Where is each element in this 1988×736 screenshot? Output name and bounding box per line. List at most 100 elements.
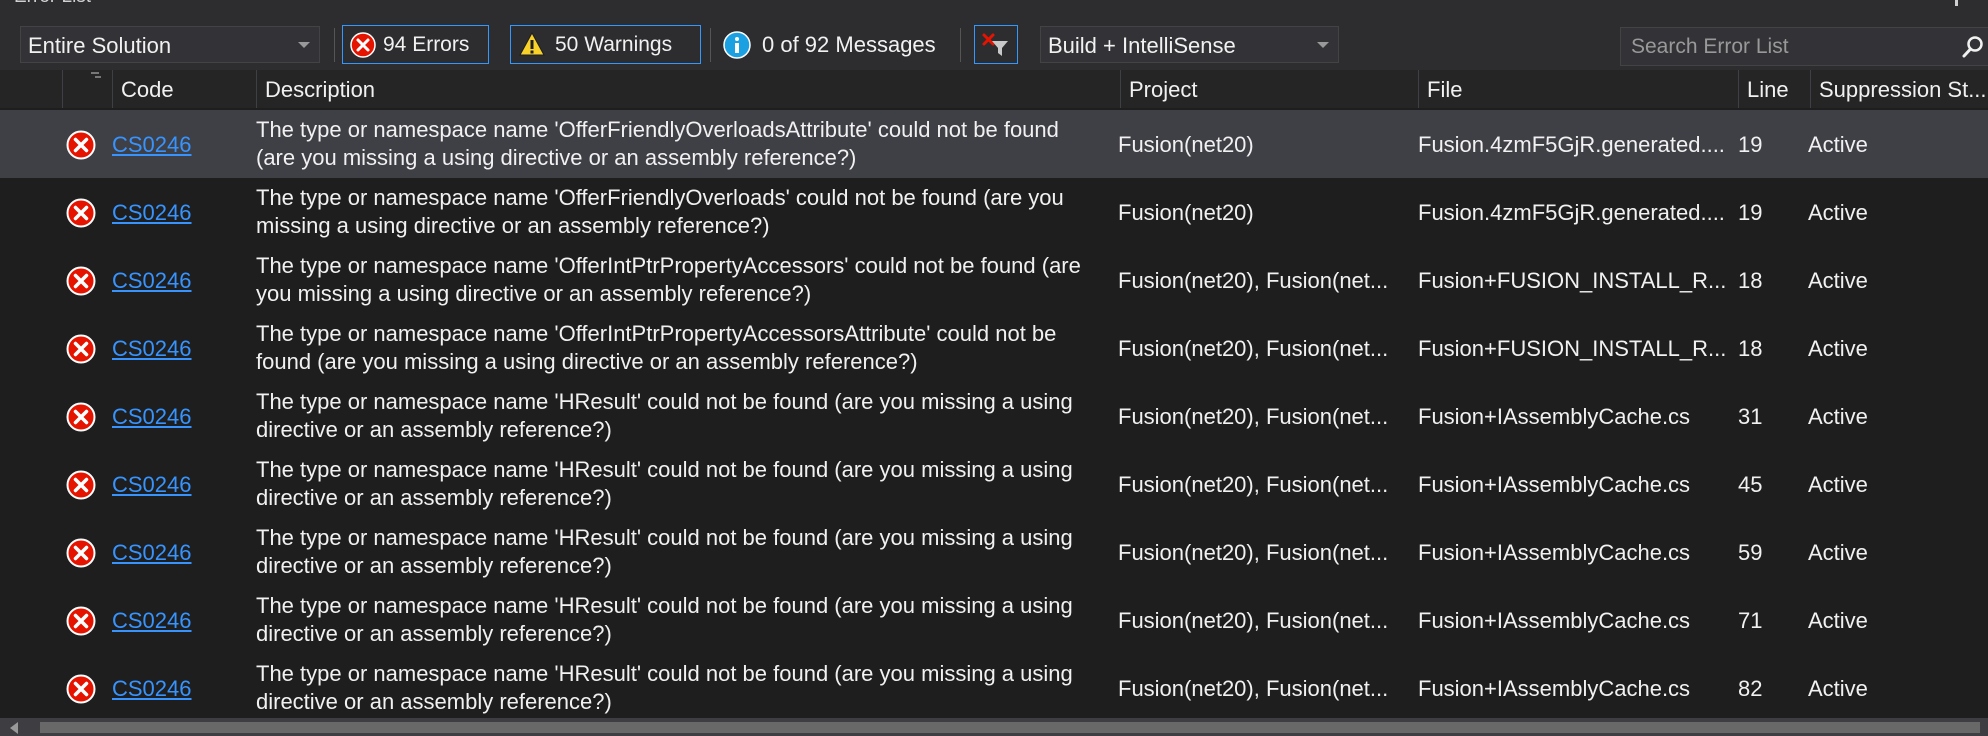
error-line: 31 [1738, 404, 1763, 429]
error-suppression-state: Active [1808, 540, 1868, 565]
column-header-file[interactable]: File [1418, 70, 1738, 108]
table-row[interactable]: CS0246 The type or namespace name 'HResu… [0, 518, 1988, 586]
error-description: The type or namespace name 'HResult' cou… [256, 661, 1073, 714]
sort-indicator-icon [91, 72, 101, 78]
column-header-category[interactable] [62, 70, 112, 108]
error-file: Fusion+IAssemblyCache.cs [1418, 472, 1691, 497]
table-row[interactable]: CS0246 The type or namespace name 'HResu… [0, 586, 1988, 654]
error-project: Fusion(net20), Fusion(net... [1118, 336, 1389, 361]
errors-filter-button[interactable]: 94 Errors [342, 25, 489, 64]
column-header-suppression-state[interactable]: Suppression St... [1810, 70, 1988, 108]
error-code-link[interactable]: CS0246 [112, 268, 192, 294]
error-file: Fusion+IAssemblyCache.cs [1418, 540, 1691, 565]
error-code-link[interactable]: CS0246 [112, 200, 192, 226]
error-project: Fusion(net20), Fusion(net... [1118, 472, 1389, 497]
error-project: Fusion(net20), Fusion(net... [1118, 608, 1389, 633]
error-file: Fusion+IAssemblyCache.cs [1418, 676, 1691, 701]
search-input[interactable] [1629, 33, 1933, 61]
error-circle-icon [66, 266, 96, 296]
column-header-project[interactable]: Project [1120, 70, 1418, 108]
scroll-left-icon[interactable] [10, 722, 18, 734]
table-row[interactable]: CS0246 The type or namespace name 'Offer… [0, 314, 1988, 382]
error-circle-icon [66, 198, 96, 228]
error-description: The type or namespace name 'OfferIntPtrP… [256, 321, 1057, 374]
error-file: Fusion+IAssemblyCache.cs [1418, 608, 1691, 633]
search-icon[interactable] [1961, 35, 1985, 59]
column-header-label: Line [1747, 77, 1789, 102]
error-description: The type or namespace name 'HResult' cou… [256, 389, 1073, 442]
errors-filter-label: 94 Errors [383, 33, 470, 56]
toolbar-separator [334, 28, 335, 62]
error-project: Fusion(net20), Fusion(net... [1118, 268, 1389, 293]
warnings-filter-button[interactable]: 50 Warnings [510, 25, 701, 64]
error-circle-icon [66, 606, 96, 636]
error-suppression-state: Active [1808, 404, 1868, 429]
error-line: 71 [1738, 608, 1763, 633]
error-suppression-state: Active [1808, 336, 1868, 361]
info-circle-icon [723, 31, 751, 59]
column-header-label: File [1427, 77, 1463, 102]
error-suppression-state: Active [1808, 132, 1868, 157]
error-circle-icon [66, 470, 96, 500]
error-code-link[interactable]: CS0246 [112, 608, 192, 634]
column-header-blank[interactable] [0, 70, 62, 108]
clear-filter-button[interactable] [974, 25, 1018, 64]
error-circle-icon [350, 32, 376, 58]
toolbar-separator [710, 28, 711, 62]
column-header-row: Code Description Project File Line Suppr… [0, 70, 1988, 108]
error-project: Fusion(net20), Fusion(net... [1118, 540, 1389, 565]
error-code-link[interactable]: CS0246 [112, 404, 192, 430]
error-description: The type or namespace name 'HResult' cou… [256, 593, 1073, 646]
column-header-label: Code [121, 77, 174, 102]
error-description: The type or namespace name 'HResult' cou… [256, 525, 1073, 578]
table-row[interactable]: CS0246 The type or namespace name 'Offer… [0, 110, 1988, 178]
table-row[interactable]: CS0246 The type or namespace name 'HResu… [0, 382, 1988, 450]
table-row[interactable]: CS0246 The type or namespace name 'Offer… [0, 246, 1988, 314]
error-description: The type or namespace name 'OfferFriendl… [256, 117, 1059, 170]
error-line: 82 [1738, 676, 1763, 701]
error-code-link[interactable]: CS0246 [112, 336, 192, 362]
chevron-down-icon [298, 42, 310, 48]
error-project: Fusion(net20), Fusion(net... [1118, 404, 1389, 429]
error-circle-icon [66, 402, 96, 432]
error-code-link[interactable]: CS0246 [112, 132, 192, 158]
error-suppression-state: Active [1808, 676, 1868, 701]
scrollbar-thumb[interactable] [40, 722, 1980, 733]
error-suppression-state: Active [1808, 472, 1868, 497]
pin-icon[interactable] [1955, 0, 1958, 6]
column-header-line[interactable]: Line [1738, 70, 1810, 108]
error-suppression-state: Active [1808, 268, 1868, 293]
error-line: 18 [1738, 268, 1763, 293]
table-row[interactable]: CS0246 The type or namespace name 'Offer… [0, 178, 1988, 246]
toolbar-separator [960, 28, 961, 62]
error-file: Fusion.4zmF5GjR.generated.... [1418, 200, 1725, 225]
error-list-rows: CS0246 The type or namespace name 'Offer… [0, 110, 1988, 718]
scope-dropdown-value: Entire Solution [28, 33, 172, 58]
messages-filter-button[interactable]: 0 of 92 Messages [720, 25, 950, 64]
column-header-label: Project [1129, 77, 1198, 102]
error-code-link[interactable]: CS0246 [112, 472, 192, 498]
error-code-link[interactable]: CS0246 [112, 676, 192, 702]
table-row[interactable]: CS0246 The type or namespace name 'HResu… [0, 450, 1988, 518]
error-file: Fusion.4zmF5GjR.generated.... [1418, 132, 1725, 157]
error-project: Fusion(net20) [1118, 132, 1254, 157]
error-suppression-state: Active [1808, 608, 1868, 633]
error-line: 45 [1738, 472, 1763, 497]
scope-dropdown[interactable]: Entire Solution [20, 26, 320, 63]
table-row[interactable]: CS0246 The type or namespace name 'HResu… [0, 654, 1988, 718]
window-title: Error List [14, 0, 91, 8]
horizontal-scrollbar[interactable] [0, 718, 1988, 736]
column-header-code[interactable]: Code [112, 70, 256, 108]
error-circle-icon [66, 130, 96, 160]
column-header-description[interactable]: Description [256, 70, 1120, 108]
search-box[interactable] [1620, 27, 1988, 66]
error-project: Fusion(net20) [1118, 200, 1254, 225]
build-filter-dropdown[interactable]: Build + IntelliSense [1040, 26, 1339, 63]
window-title-bar: Error List [0, 0, 1988, 8]
error-suppression-state: Active [1808, 200, 1868, 225]
error-project: Fusion(net20), Fusion(net... [1118, 676, 1389, 701]
column-header-label: Suppression St... [1819, 77, 1987, 102]
error-code-link[interactable]: CS0246 [112, 540, 192, 566]
error-circle-icon [66, 674, 96, 704]
build-filter-value: Build + IntelliSense [1048, 33, 1236, 58]
